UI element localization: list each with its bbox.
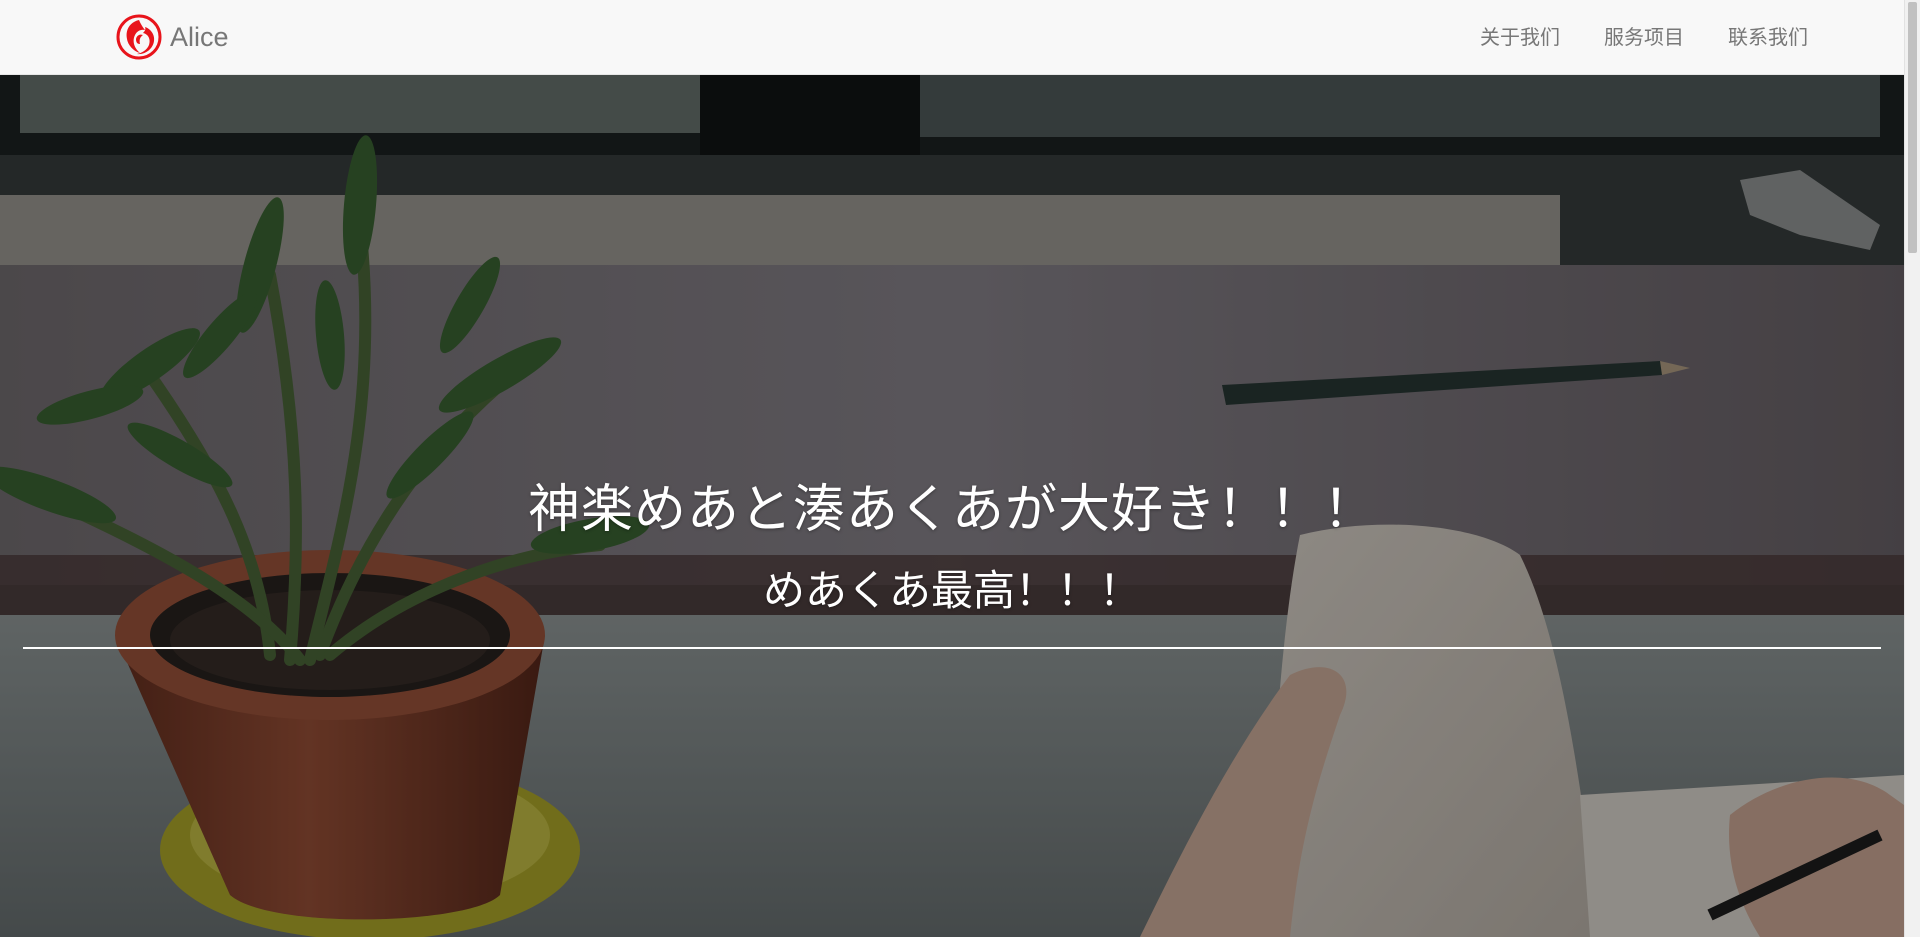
hero-subtitle: めあくあ最高！！！ — [762, 566, 1141, 615]
page: Alice 关于我们 服务项目 联系我们 神楽めあと湊あくあが大好き！！！ めあ… — [0, 0, 1920, 937]
brand-name: Alice — [170, 22, 229, 52]
hero-title: 神楽めあと湊あくあが大好き！！！ — [527, 480, 1376, 540]
nav-item-contact-us[interactable]: 联系我们 — [1706, 0, 1808, 75]
top-navbar: Alice 关于我们 服务项目 联系我们 — [0, 0, 1904, 75]
scrollbar-thumb[interactable] — [1908, 2, 1917, 253]
nav-item-services[interactable]: 服务项目 — [1582, 0, 1706, 75]
main-nav: 关于我们 服务项目 联系我们 — [1458, 0, 1808, 75]
brand-link[interactable]: Alice — [116, 14, 229, 60]
phoenix-logo-icon — [116, 14, 162, 60]
page-scrollbar[interactable] — [1904, 0, 1920, 937]
nav-item-about-us[interactable]: 关于我们 — [1458, 0, 1582, 75]
hero-divider — [23, 647, 1881, 649]
hero-section: 神楽めあと湊あくあが大好き！！！ めあくあ最高！！！ — [0, 75, 1904, 937]
